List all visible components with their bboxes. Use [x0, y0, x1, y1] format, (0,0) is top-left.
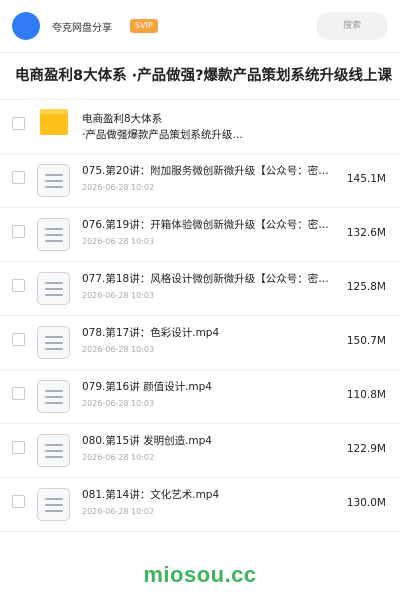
file-size: 122.9M — [346, 443, 386, 455]
select-checkbox[interactable] — [12, 387, 25, 400]
search-input[interactable]: 搜索 — [316, 12, 388, 40]
folder-subtitle: ·产品做强爆款产品策划系统升级… — [82, 129, 243, 141]
file-date: 2026-06-28 10:03 — [82, 399, 155, 408]
file-date: 2026-06-28 10:03 — [82, 237, 155, 246]
file-name: 076.第19讲：开箱体验微创新微升级【公众号：密… — [82, 219, 329, 231]
file-name: 078.第17讲：色彩设计.mp4 — [82, 327, 220, 339]
file-date: 2026-06-28 10:03 — [82, 345, 155, 354]
file-name: 080.第15讲 发明创造.mp4 — [82, 435, 212, 447]
select-checkbox[interactable] — [12, 171, 25, 184]
select-checkbox[interactable] — [12, 441, 25, 454]
file-row[interactable]: 081.第14讲：文化艺术.mp4 2026-06-28 10:02 130.0… — [0, 478, 400, 532]
file-name: 077.第18讲：风格设计微创新微升级【公众号：密… — [82, 273, 329, 285]
watermark: miosou.cc — [143, 562, 257, 587]
file-name: 081.第14讲：文化艺术.mp4 — [82, 489, 220, 501]
file-size: 110.8M — [346, 389, 386, 401]
file-row[interactable]: 076.第19讲：开箱体验微创新微升级【公众号：密… 2026-06-28 10… — [0, 208, 400, 262]
document-icon — [37, 488, 70, 521]
select-checkbox[interactable] — [12, 495, 25, 508]
select-checkbox[interactable] — [12, 279, 25, 292]
select-checkbox[interactable] — [12, 333, 25, 346]
file-size: 130.0M — [346, 497, 386, 509]
file-size: 132.6M — [346, 227, 386, 239]
document-icon — [37, 272, 70, 305]
file-row[interactable]: 080.第15讲 发明创造.mp4 2026-06-28 10:02 122.9… — [0, 424, 400, 478]
file-size: 150.7M — [346, 335, 386, 347]
svip-badge[interactable]: SVIP — [130, 19, 158, 33]
page-title: 电商盈利8大体系 ·产品做强?爆款产品策划系统升级线上课 — [15, 68, 393, 84]
folder-row[interactable]: 电商盈利8大体系 2026-06-28 10:00 ·产品做强爆款产品策划系统升… — [0, 100, 400, 154]
document-icon — [37, 326, 70, 359]
file-date: 2026-06-28 10:02 — [82, 507, 155, 516]
file-row[interactable]: 075.第20讲：附加服务微创新微升级【公众号：密… 2026-06-28 10… — [0, 154, 400, 208]
file-row[interactable]: 077.第18讲：风格设计微创新微升级【公众号：密… 2026-06-28 10… — [0, 262, 400, 316]
file-date: 2026-06-28 10:02 — [82, 453, 155, 462]
document-icon — [37, 380, 70, 413]
file-size: 125.8M — [346, 281, 386, 293]
file-row[interactable]: 079.第16讲 颜值设计.mp4 2026-06-28 10:03 110.8… — [0, 370, 400, 424]
file-name: 075.第20讲：附加服务微创新微升级【公众号：密… — [82, 165, 329, 177]
folder-icon — [40, 109, 68, 135]
document-icon — [37, 164, 70, 197]
file-row[interactable]: 078.第17讲：色彩设计.mp4 2026-06-28 10:03 150.7… — [0, 316, 400, 370]
file-name: 079.第16讲 颜值设计.mp4 — [82, 381, 212, 393]
select-checkbox[interactable] — [12, 225, 25, 238]
file-date: 2026-06-28 10:02 — [82, 183, 155, 192]
document-icon — [37, 218, 70, 251]
avatar[interactable] — [12, 12, 40, 40]
file-date: 2026-06-28 10:03 — [82, 291, 155, 300]
app-name: 夸克网盘分享 — [52, 22, 112, 34]
select-checkbox[interactable] — [12, 117, 25, 130]
file-size: 145.1M — [346, 173, 386, 185]
document-icon — [37, 434, 70, 467]
folder-name: 电商盈利8大体系 — [82, 113, 163, 125]
file-list: 电商盈利8大体系 2026-06-28 10:00 ·产品做强爆款产品策划系统升… — [0, 100, 400, 532]
